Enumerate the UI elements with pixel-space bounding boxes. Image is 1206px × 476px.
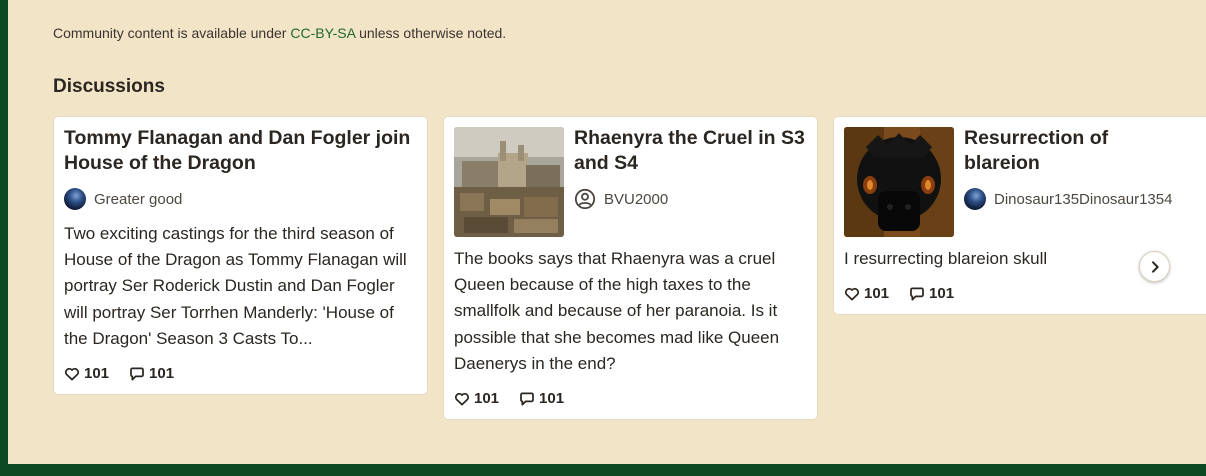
comment-bubble-icon [130,366,144,381]
avatar [64,188,86,210]
discussion-card[interactable]: Tommy Flanagan and Dan Fogler join House… [53,116,428,395]
discussion-author[interactable]: BVU2000 [574,188,668,210]
avatar [964,188,986,210]
discussion-author[interactable]: Greater good [64,188,182,210]
comments-count: 101 [929,285,955,302]
comment-bubble-icon [910,286,924,301]
page-content: Community content is available under CC-… [8,0,1206,464]
discussion-card[interactable]: Rhaenyra the Cruel in S3 and S4 BVU2000 … [443,116,818,420]
comments-stat[interactable]: 101 [909,285,954,302]
discussion-stats: 101 101 [454,390,564,407]
chevron-right-icon [1151,260,1159,273]
discussion-title[interactable]: Tommy Flanagan and Dan Fogler join House… [64,126,422,176]
discussion-author[interactable]: Dinosaur135Dinosaur1354 [964,188,1172,210]
discussion-title[interactable]: Resurrection of blareion [964,126,1164,176]
likes-stat[interactable]: 101 [454,390,499,407]
discussion-excerpt: Two exciting castings for the third seas… [64,224,407,348]
comments-stat[interactable]: 101 [129,365,174,382]
discussions-heading: Discussions [53,76,165,97]
likes-count: 101 [864,285,890,302]
user-circle-icon [574,188,596,210]
discussion-stats: 101 101 [844,285,954,302]
author-name: Dinosaur135Dinosaur1354 [994,190,1173,208]
license-notice: Community content is available under CC-… [53,25,506,41]
author-name: BVU2000 [604,190,669,208]
likes-stat[interactable]: 101 [844,285,889,302]
discussion-card[interactable]: Resurrection of blareion Dinosaur135Dino… [833,116,1206,315]
discussion-excerpt: The books says that Rhaenyra was a cruel… [454,249,780,373]
heart-icon [844,287,860,301]
discussion-stats: 101 101 [64,365,174,382]
likes-stat[interactable]: 101 [64,365,109,382]
comments-stat[interactable]: 101 [519,390,564,407]
discussion-title[interactable]: Rhaenyra the Cruel in S3 and S4 [574,126,810,176]
discussion-excerpt: I resurrecting blareion skull [844,249,1048,268]
license-suffix: unless otherwise noted. [355,25,507,41]
discussion-thumbnail[interactable] [454,127,564,237]
heart-icon [64,367,80,381]
comments-count: 101 [149,365,175,382]
likes-count: 101 [474,390,500,407]
license-link[interactable]: CC-BY-SA [290,25,355,41]
likes-count: 101 [84,365,110,382]
author-name: Greater good [94,190,183,208]
license-prefix: Community content is available under [53,25,291,41]
heart-icon [454,392,470,406]
comments-count: 101 [539,390,565,407]
carousel-next-button[interactable] [1139,251,1170,282]
comment-bubble-icon [520,391,534,406]
discussion-thumbnail[interactable] [844,127,954,237]
